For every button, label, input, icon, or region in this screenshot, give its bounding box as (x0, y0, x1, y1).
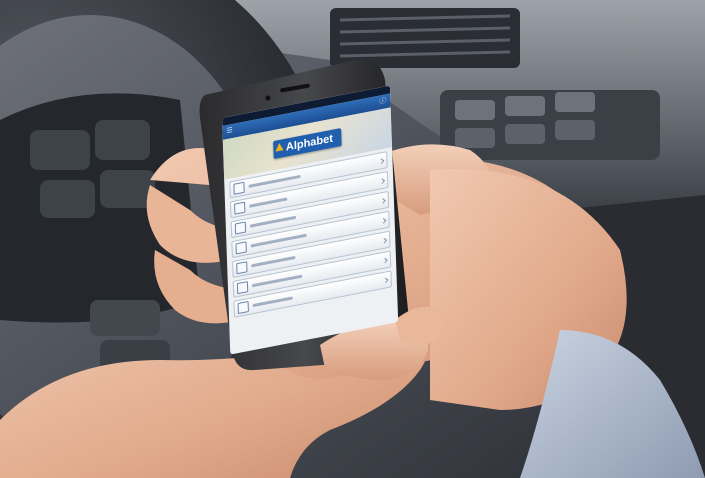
alphabet-logo: Alphabet (273, 128, 342, 159)
fuel-icon (236, 261, 248, 275)
logo-mark-icon (275, 142, 284, 152)
menu-item-label (249, 196, 288, 208)
menu-item-label (249, 215, 296, 228)
photo-scene: ☰ ⓘ Alphabet (0, 0, 705, 478)
menu-item-label (252, 295, 293, 307)
chevron-right-icon (378, 157, 385, 164)
location-icon (236, 281, 249, 295)
settings-icon (237, 300, 249, 315)
phone-icon (234, 221, 247, 235)
document-icon (234, 201, 246, 215)
menu-item-label (250, 233, 307, 248)
air-vent (330, 8, 520, 68)
car-icon (233, 181, 245, 195)
menu-icon[interactable]: ☰ (226, 124, 233, 139)
chevron-right-icon (380, 217, 387, 224)
chevron-right-icon (382, 257, 388, 263)
chevron-right-icon (382, 277, 389, 283)
chevron-right-icon (381, 237, 388, 244)
menu-item-label (248, 174, 301, 188)
logo-text: Alphabet (285, 132, 334, 154)
menu-item-label (251, 255, 296, 267)
phone-screen: ☰ ⓘ Alphabet (222, 85, 399, 355)
menu-item-label (251, 274, 303, 287)
chevron-right-icon (380, 197, 386, 204)
wrench-icon (235, 241, 247, 255)
chevron-right-icon (379, 177, 385, 184)
console-buttons (440, 90, 660, 160)
